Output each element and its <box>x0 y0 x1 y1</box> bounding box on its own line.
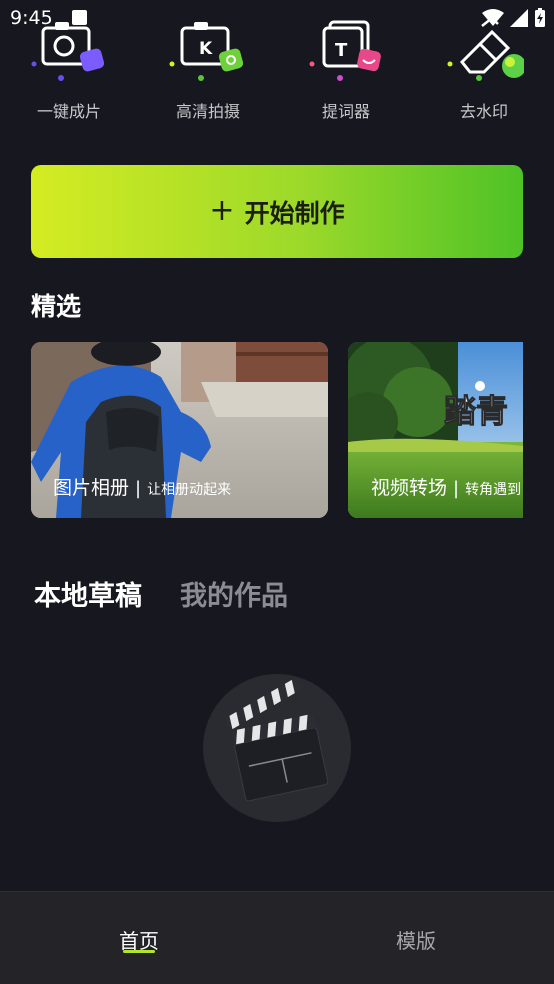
tool-label: 提词器 <box>321 102 370 121</box>
card-description: 转角遇到 <box>465 482 522 498</box>
teleprompter-icon: T <box>306 14 386 86</box>
camera-icon <box>29 14 109 86</box>
plus-icon: + <box>209 192 235 228</box>
start-creating-label: 开始制作 <box>244 198 345 228</box>
tool-teleprompter[interactable]: T 提词器 <box>286 14 406 122</box>
card-title: 视频转场 <box>371 477 448 499</box>
svg-text:K: K <box>199 39 213 59</box>
card-caption: 图片相册 | 让相册动起来 <box>53 473 231 500</box>
tool-label: 一键成片 <box>36 102 101 121</box>
tool-hd-shoot[interactable]: K 高清拍摄 <box>148 14 268 122</box>
tool-label: 去水印 <box>459 102 508 121</box>
start-creating-button[interactable]: + 开始制作 <box>31 165 523 258</box>
card-description: 让相册动起来 <box>147 482 232 498</box>
card-separator: | <box>453 478 460 499</box>
featured-title: 精选 <box>31 292 82 321</box>
tool-label: 高清拍摄 <box>175 102 240 121</box>
featured-card-photo-album[interactable]: 图片相册 | 让相册动起来 <box>31 342 328 518</box>
nav-active-indicator <box>123 950 155 953</box>
card-separator: | <box>135 478 142 499</box>
tab-my-works[interactable]: 我的作品 <box>180 574 288 613</box>
card-title: 图片相册 <box>53 477 130 499</box>
empty-state <box>203 674 351 822</box>
eraser-icon <box>444 14 526 86</box>
bottom-nav: 首页 模版 <box>0 891 554 984</box>
tool-remove-watermark[interactable]: 去水印 <box>424 14 544 122</box>
tool-one-click[interactable]: 一键成片 <box>9 14 129 122</box>
hd-camera-icon: K <box>168 14 248 86</box>
svg-text:踏青: 踏青 <box>444 392 508 430</box>
svg-text:T: T <box>335 40 348 61</box>
tab-local-drafts[interactable]: 本地草稿 <box>34 574 142 613</box>
nav-templates[interactable]: 模版 <box>396 925 436 954</box>
tools-row: 一键成片 K 高清拍摄 T 提词器 去水印 <box>0 0 554 130</box>
featured-card-video-transition[interactable]: 踏青 视频转场 | 转角遇到 <box>348 342 523 518</box>
card-caption: 视频转场 | 转角遇到 <box>371 473 521 500</box>
drafts-tabs: 本地草稿 我的作品 <box>34 574 288 613</box>
clapperboard-icon <box>224 676 329 802</box>
